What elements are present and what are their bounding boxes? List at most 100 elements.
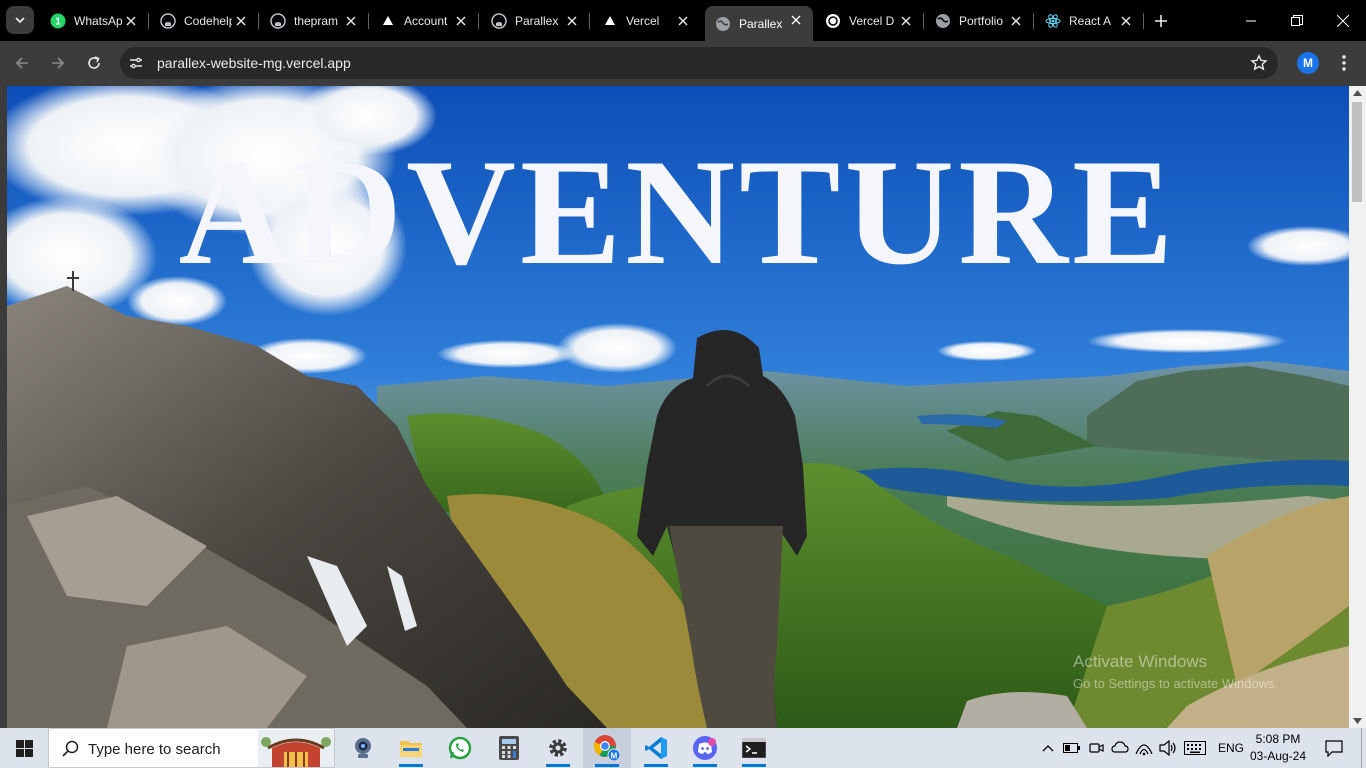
taskbar-webcam[interactable] [339,728,387,768]
clock[interactable]: 5:08 PM 03-Aug-24 [1248,731,1308,765]
globe-icon [935,13,951,29]
profile-avatar[interactable]: M [1297,52,1319,74]
show-hidden-icons-button[interactable] [1038,728,1058,768]
page-scrollbar[interactable] [1349,86,1366,728]
tray-wifi[interactable] [1134,728,1154,768]
reload-button[interactable] [80,49,108,77]
chrome-icon: M [593,735,621,762]
start-button[interactable] [0,728,48,768]
taskbar-file-explorer[interactable] [387,728,435,768]
new-tab-button[interactable] [1151,11,1171,31]
keyboard-icon [1184,741,1206,755]
browser-menu-button[interactable] [1334,52,1354,74]
arrow-left-icon [15,57,28,69]
tab-search-button[interactable] [6,6,34,34]
taskbar-search-box[interactable]: Type here to search [48,728,335,768]
taskbar-vscode[interactable] [632,728,680,768]
back-button[interactable] [8,49,36,77]
clock-time: 5:08 PM [1255,732,1301,746]
tab-codehelp[interactable]: Codehelp [150,7,259,35]
taskbar-settings[interactable] [534,728,582,768]
close-icon[interactable] [124,14,138,28]
tab-title: Vercel [626,14,660,28]
bookmark-star-icon[interactable] [1250,54,1268,72]
close-icon[interactable] [676,14,690,28]
scrollbar-thumb[interactable] [1352,102,1362,202]
scroll-up-arrow-icon[interactable] [1353,90,1362,96]
svg-text:M: M [611,752,618,761]
taskbar-chrome[interactable]: M [583,728,631,768]
svg-text:1: 1 [55,17,61,28]
watermark-line-2: Go to Settings to activate Windows. [1073,676,1279,691]
tab-vercel-d[interactable]: Vercel D [815,7,924,35]
minimize-icon [1246,20,1256,21]
taskbar-calculator[interactable] [485,728,533,768]
chevron-up-icon [1042,745,1054,752]
tab-title: Account [404,14,448,28]
tab-parallex-github[interactable]: Parallex [481,7,590,35]
tab-vercel[interactable]: Vercel [592,7,700,35]
tab-separator [589,13,590,29]
github-icon [491,13,507,29]
settings-icon [549,739,567,757]
tab-react[interactable]: React A [1035,7,1144,35]
restore-icon [1291,14,1303,26]
taskbar-discord[interactable] [681,728,729,768]
whatsapp-icon: 1 [50,13,66,29]
close-icon [1337,14,1349,27]
notification-icon [1325,739,1343,757]
tab-separator [923,13,924,29]
tray-battery[interactable] [1062,728,1082,768]
react-icon [1045,13,1061,29]
tab-title: WhatsApp [74,14,122,28]
activate-windows-watermark: Activate Windows Go to Settings to activ… [1073,652,1278,691]
tab-parallex-active[interactable]: Parallex [705,6,813,41]
restore-button[interactable] [1274,0,1320,41]
address-bar[interactable]: parallex-website-mg.vercel.app [120,47,1278,79]
notification-center-button[interactable] [1318,728,1350,768]
reload-icon [88,56,100,69]
tab-separator [478,13,479,29]
scroll-down-arrow-icon[interactable] [1353,718,1362,724]
clock-date: 03-Aug-24 [1249,749,1307,763]
show-desktop-button[interactable] [1361,728,1366,768]
speaker-icon [1159,740,1176,756]
tab-account[interactable]: Account [370,7,479,35]
tray-volume[interactable] [1158,728,1178,768]
forward-button[interactable] [44,49,72,77]
site-info-icon[interactable] [128,55,144,71]
close-icon[interactable] [234,14,248,28]
close-icon[interactable] [789,13,803,27]
github-icon [160,13,176,29]
tray-onedrive[interactable] [1110,728,1130,768]
browser-toolbar: parallex-website-mg.vercel.app M [0,41,1366,86]
tray-touch-keyboard[interactable] [1182,728,1208,768]
vercel-icon [602,13,618,29]
whatsapp-icon [448,736,472,760]
vscode-icon [645,737,667,759]
close-icon[interactable] [454,14,468,28]
vercel-icon [380,13,396,29]
tab-title: Parallex [515,14,559,28]
tab-thepram[interactable]: thepram [260,7,369,35]
tab-portfolio[interactable]: Portfolio [925,7,1034,35]
close-icon[interactable] [1009,14,1023,28]
terminal-icon [742,738,766,758]
minimize-button[interactable] [1228,0,1274,41]
taskbar-whatsapp[interactable] [436,728,484,768]
close-window-button[interactable] [1320,0,1366,41]
search-icon [62,740,79,757]
close-icon[interactable] [1119,14,1133,28]
url-text[interactable]: parallex-website-mg.vercel.app [157,55,351,71]
close-icon[interactable] [344,14,358,28]
language-indicator[interactable]: ENG [1218,741,1244,755]
search-placeholder: Type here to search [88,741,221,758]
taskbar-terminal[interactable] [730,728,778,768]
close-icon[interactable] [899,14,913,28]
tray-meet-now[interactable] [1086,728,1106,768]
tab-title: Portfolio [959,14,1004,28]
tab-title: Parallex [739,16,783,31]
close-icon[interactable] [565,14,579,28]
tab-whatsapp[interactable]: 1 WhatsApp [40,7,149,35]
tab-separator [368,13,369,29]
